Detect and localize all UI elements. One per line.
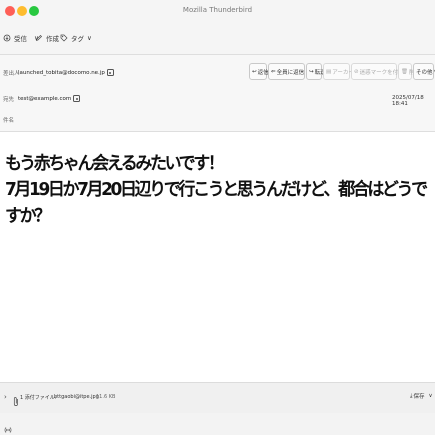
to-label: 宛先 [3, 97, 15, 103]
save-attachment-button[interactable]: ⤓ 保存 ∨ [410, 392, 432, 401]
attachment-bar: › 1 添付ファイル: bttgaobi@itpe.jpg 11.6 KB ⤓ … [0, 382, 435, 414]
title-bar: Mozilla Thunderbird [0, 0, 435, 24]
other-actions-label: その他 [416, 69, 433, 76]
radio-waves-icon[interactable] [4, 419, 12, 438]
chevron-down-icon[interactable]: ∨ [428, 393, 432, 399]
get-messages-button[interactable]: 受信 ∨ [3, 33, 39, 43]
body-line-2: 7月19日か7月20日辺りで行こうと思うんだけど、都合はどうですか？ [5, 179, 428, 227]
reply-label: 返信 [257, 69, 269, 76]
reply-all-button[interactable]: ⇐全員に返信 ∨ [268, 63, 312, 80]
main-toolbar: 受信 ∨ 作成 タグ ∨ [0, 24, 435, 55]
archive-icon: ▤ [326, 68, 332, 75]
junk-icon: ⊘ [354, 68, 359, 75]
trash-icon: 🗑 [401, 68, 408, 75]
from-address-text: launched_tobita@docomo.ne.jp [18, 69, 105, 76]
tag-button[interactable]: タグ ∨ [60, 33, 92, 43]
message-body: もう赤ちゃん会えるみたいです！ 7月19日か7月20日辺りで行こうと思うんだけど… [5, 151, 430, 230]
get-messages-icon [3, 34, 11, 42]
paperclip-icon [13, 392, 19, 411]
save-label: 保存 [413, 394, 425, 400]
tag-icon [60, 34, 68, 42]
body-line-1: もう赤ちゃん会えるみたいです！ [5, 153, 225, 175]
status-bar [0, 413, 435, 435]
get-messages-label: 受信 [14, 35, 27, 43]
write-label: 作成 [46, 35, 59, 43]
delete-button[interactable]: 🗑削除 [398, 63, 420, 80]
download-icon: ⤓ [410, 392, 413, 399]
attachment-filename[interactable]: bttgaobi@itpe.jpg [54, 394, 99, 400]
junk-button[interactable]: ⊘ 迷惑マークを付ける [351, 63, 409, 80]
other-actions-button[interactable]: その他∨ [413, 63, 435, 80]
reply-icon: ↩ [252, 68, 257, 75]
subject-label: 件名 [3, 118, 15, 124]
from-address[interactable]: launched_tobita@docomo.ne.jp [18, 69, 114, 76]
forward-icon: ↪ [309, 68, 314, 75]
contact-card-icon[interactable] [73, 95, 81, 102]
archive-button[interactable]: ▤ アーカイブ [323, 63, 359, 80]
to-address[interactable]: test@example.com [18, 95, 81, 102]
write-button[interactable]: 作成 [35, 33, 59, 43]
chevron-right-icon[interactable]: › [4, 393, 7, 401]
contact-card-icon[interactable] [106, 69, 114, 76]
reply-all-icon: ⇐ [271, 68, 276, 75]
window-title: Mozilla Thunderbird [182, 6, 253, 14]
pencil-icon [35, 35, 42, 42]
reply-all-label: 全員に返信 [276, 69, 305, 76]
chevron-down-icon[interactable]: ∨ [87, 34, 92, 42]
tag-label: タグ [71, 35, 84, 43]
forward-button[interactable]: ↪ 転送 [306, 63, 326, 80]
attachment-count[interactable]: 1 添付ファイル: [20, 394, 56, 401]
reply-button[interactable]: ↩ 返信 [249, 63, 269, 80]
message-date: 2025/07/18 18:41 [392, 95, 424, 107]
to-address-text: test@example.com [18, 95, 72, 102]
attachment-size: 11.6 KB [96, 394, 116, 400]
